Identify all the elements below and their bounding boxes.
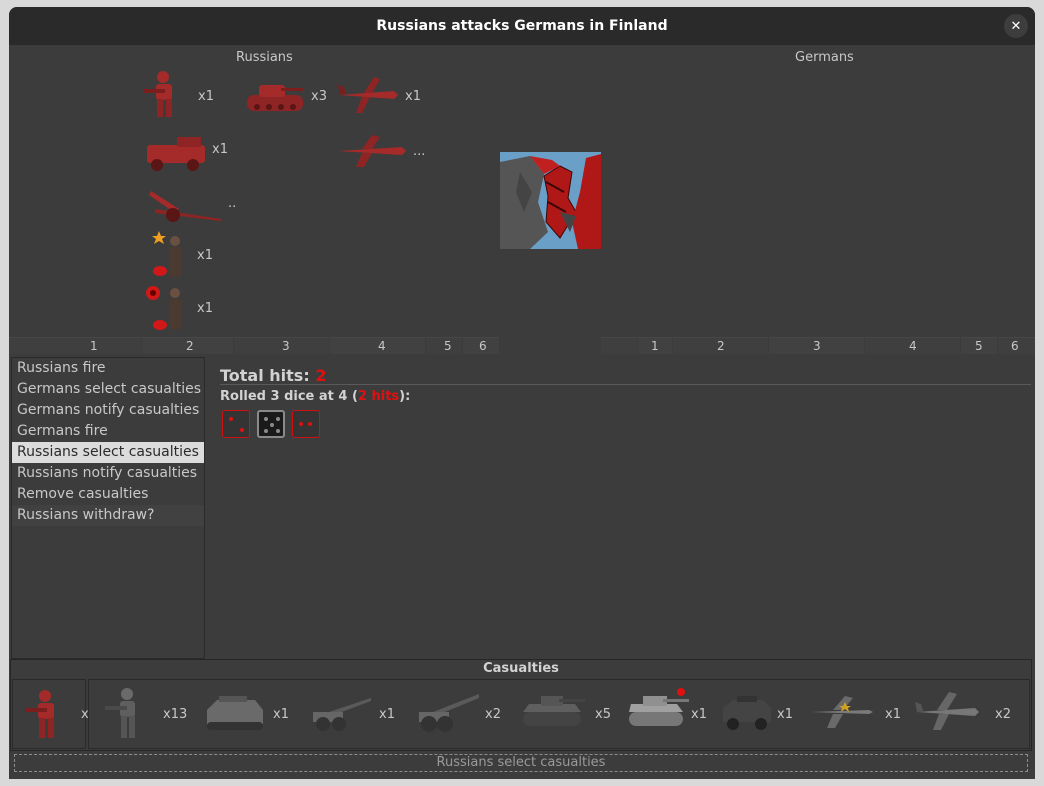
attacker-label: Russians (236, 50, 293, 65)
die-hit (292, 410, 320, 438)
artillery-icon[interactable] (145, 183, 223, 229)
unit-count: x1 (197, 301, 213, 316)
light-tank-icon[interactable] (519, 690, 589, 734)
armored-car-icon[interactable] (719, 692, 775, 732)
step-item[interactable]: Germans fire (12, 421, 204, 442)
bomber-icon[interactable] (915, 688, 981, 732)
status-bar: Russians select casualties (14, 754, 1028, 772)
casualty-count: x1 (273, 707, 289, 722)
casualty-count: x1 (379, 707, 395, 722)
artillery-icon[interactable] (309, 692, 373, 734)
ruler-label: 1 (90, 339, 98, 353)
tank-icon[interactable] (243, 77, 307, 121)
ruler-label: 2 (186, 339, 194, 353)
officer-icon[interactable] (143, 281, 193, 339)
casualty-count: x1 (777, 707, 793, 722)
battle-steps-list: Russians fire Germans select casualties … (11, 357, 205, 659)
divider (220, 384, 1031, 385)
fighter-icon[interactable] (336, 73, 400, 121)
unit-count: x1 (198, 89, 214, 104)
ruler-label: 4 (378, 339, 386, 353)
halftrack-icon[interactable] (203, 692, 267, 734)
ruler-label: 5 (975, 339, 983, 353)
roll-prefix: Rolled 3 dice at 4 ( (220, 389, 358, 404)
finland-map-icon (500, 152, 601, 249)
casualty-count: x1 (885, 707, 901, 722)
window-title: Russians attacks Germans in Finland (376, 18, 668, 34)
battle-window: Russians attacks Germans in Finland ✕ Ru… (9, 7, 1035, 779)
ruler-label: 6 (479, 339, 487, 353)
die-hit (222, 410, 250, 438)
general-icon[interactable] (151, 229, 195, 287)
total-hits-value: 2 (315, 366, 327, 385)
total-hits-label: Total hits: (220, 366, 310, 385)
ruler-label: 3 (282, 339, 290, 353)
ruler-label: 4 (909, 339, 917, 353)
unit-count: x1 (212, 142, 228, 157)
ruler-label: 3 (813, 339, 821, 353)
die-miss (257, 410, 285, 438)
casualties-title: Casualties (483, 661, 559, 676)
fighter-icon[interactable] (809, 694, 875, 730)
title-bar: Russians attacks Germans in Finland ✕ (9, 7, 1035, 45)
unit-count: x3 (311, 89, 327, 104)
casualty-count: x5 (595, 707, 611, 722)
unit-count: x1 (197, 248, 213, 263)
russian-infantry-icon (25, 690, 54, 738)
total-hits: Total hits: 2 (220, 366, 326, 385)
unit-count: ... (413, 144, 426, 159)
ruler-label: 6 (1011, 339, 1019, 353)
heavy-artillery-icon[interactable] (415, 690, 481, 734)
selected-casualty[interactable]: x (12, 679, 89, 749)
ruler-label: 5 (444, 339, 452, 353)
unit-count: .. (228, 196, 237, 211)
unit-count: x1 (405, 89, 421, 104)
defender-dice-ruler: 1 2 3 4 5 6 (601, 337, 1035, 354)
bomber-icon[interactable] (336, 131, 408, 175)
attacker-dice-ruler: 1 2 3 4 5 6 (9, 337, 499, 354)
step-item[interactable]: Russians notify casualties (12, 463, 204, 484)
roll-hits: 2 hits (357, 389, 400, 404)
step-item[interactable]: Russians fire (12, 358, 204, 379)
infantry-icon[interactable] (141, 69, 189, 123)
roll-summary: Rolled 3 dice at 4 (2 hits): (220, 389, 410, 404)
mech-infantry-icon[interactable] (143, 131, 209, 179)
close-button[interactable]: ✕ (1004, 14, 1028, 38)
casualty-count: x13 (163, 707, 188, 722)
roll-suffix: ): (399, 389, 411, 404)
step-item-active[interactable]: Russians select casualties (12, 442, 204, 463)
casualty-count: x1 (691, 707, 707, 722)
close-icon: ✕ (1010, 18, 1022, 34)
ruler-label: 1 (651, 339, 659, 353)
casualty-count: x2 (995, 707, 1011, 722)
step-item[interactable]: Russians withdraw? (12, 505, 204, 526)
casualty-candidates: x13 x1 x1 x2 x5 x1 x1 x1 x2 (88, 679, 1030, 749)
casualty-count: x2 (485, 707, 501, 722)
step-item[interactable]: Remove casualties (12, 484, 204, 505)
ruler-label: 2 (717, 339, 725, 353)
defender-label: Germans (795, 50, 854, 65)
german-infantry-icon[interactable] (103, 686, 147, 740)
heavy-tank-icon[interactable] (625, 686, 689, 736)
casualties-panel: Casualties x x13 x1 x1 x2 x5 x1 x1 x1 x2 (10, 659, 1032, 751)
step-item[interactable]: Germans select casualties (12, 379, 204, 400)
step-item[interactable]: Germans notify casualties (12, 400, 204, 421)
